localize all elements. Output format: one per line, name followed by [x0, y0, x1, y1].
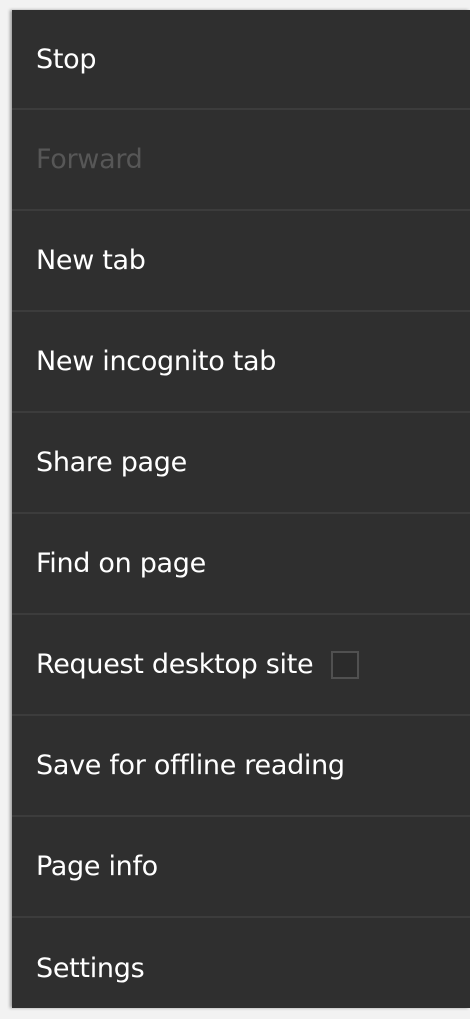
menu-item-new-tab[interactable]: New tab — [12, 211, 470, 312]
menu-item-label: Forward — [36, 144, 143, 175]
menu-item-settings[interactable]: Settings — [12, 918, 470, 1019]
menu-item-label: Page info — [36, 851, 158, 882]
menu-item-label: Settings — [36, 953, 145, 984]
menu-item-label: Find on page — [36, 548, 206, 579]
menu-item-forward: Forward — [12, 110, 470, 211]
menu-item-label: New tab — [36, 245, 146, 276]
menu-item-page-info[interactable]: Page info — [12, 817, 470, 918]
menu-item-find-on-page[interactable]: Find on page — [12, 514, 470, 615]
menu-item-stop[interactable]: Stop — [12, 10, 470, 110]
overflow-menu: Stop Forward New tab New incognito tab S… — [12, 10, 470, 1008]
request-desktop-site-checkbox[interactable] — [331, 650, 360, 679]
menu-item-label: Request desktop site — [36, 649, 314, 680]
menu-item-request-desktop-site[interactable]: Request desktop site — [12, 615, 470, 716]
menu-item-label: New incognito tab — [36, 346, 277, 377]
menu-item-save-for-offline-reading[interactable]: Save for offline reading — [12, 716, 470, 817]
menu-item-label: Stop — [36, 43, 97, 75]
menu-item-new-incognito-tab[interactable]: New incognito tab — [12, 312, 470, 413]
menu-item-share-page[interactable]: Share page — [12, 413, 470, 514]
menu-item-label: Save for offline reading — [36, 750, 345, 781]
menu-item-label: Share page — [36, 447, 187, 478]
